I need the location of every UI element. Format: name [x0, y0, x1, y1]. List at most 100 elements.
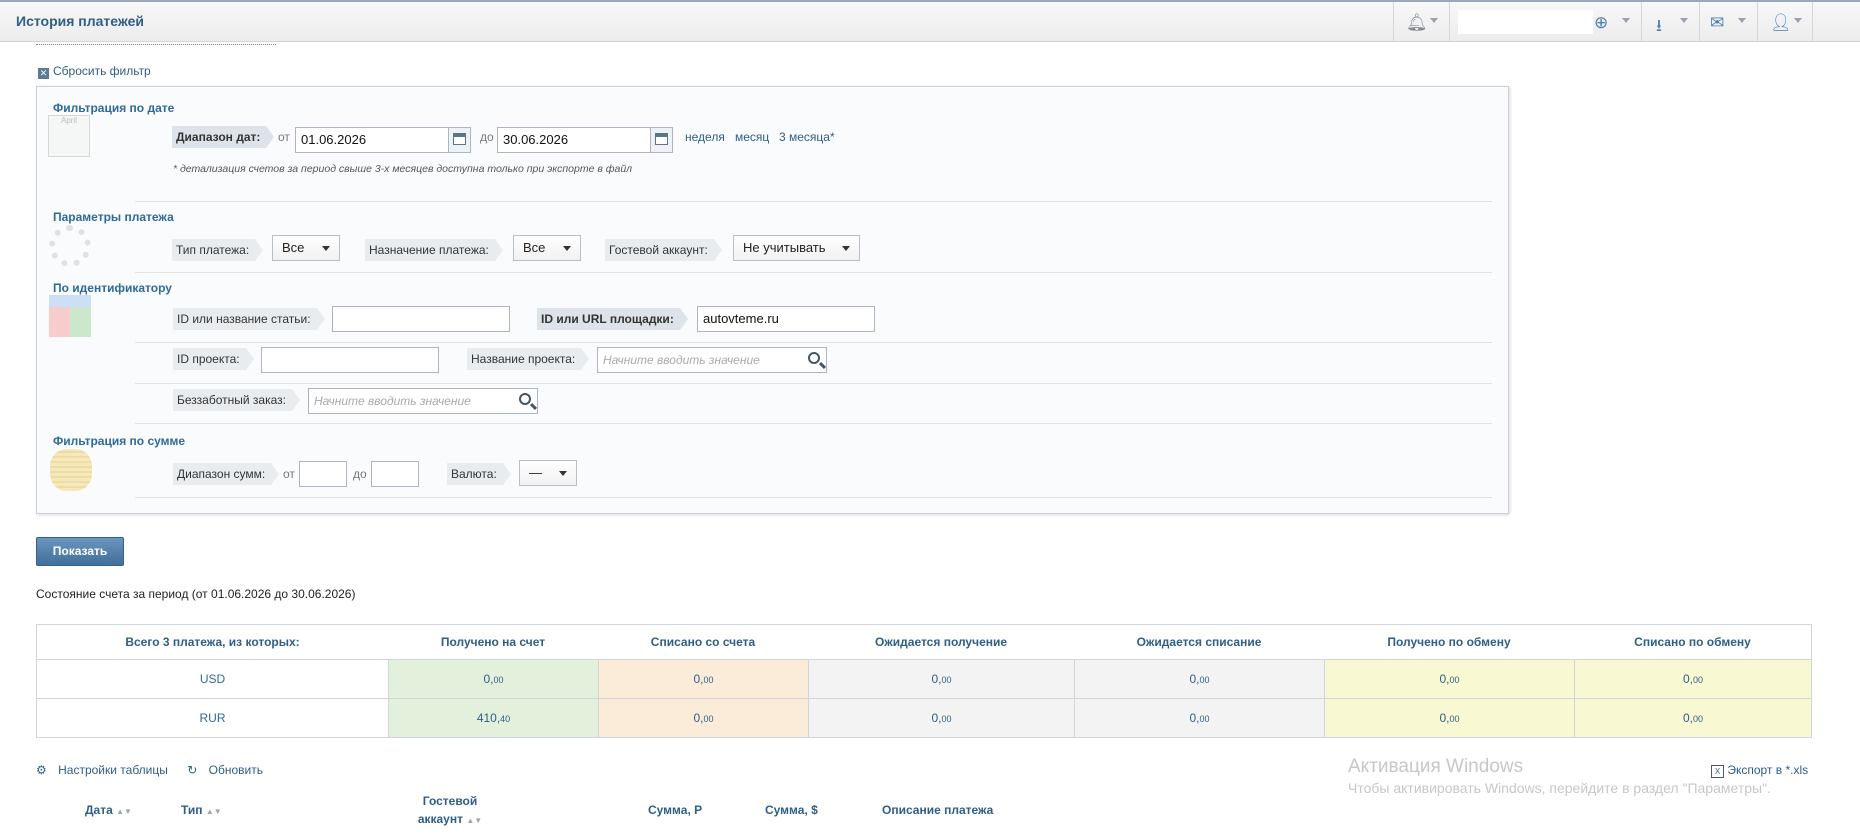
- show-button[interactable]: Показать: [36, 537, 124, 566]
- quick-week-link[interactable]: неделя: [685, 126, 725, 148]
- download-icon: ⭳: [1656, 16, 1662, 35]
- guest-account-select[interactable]: Не учитывать: [733, 235, 860, 261]
- divider: [135, 272, 1492, 273]
- amount-cell: 0,00: [1324, 698, 1574, 737]
- amount-int: 0,: [931, 672, 942, 686]
- quick-3months-link[interactable]: 3 месяца*: [779, 126, 835, 148]
- currency-label: Валюта:: [447, 463, 511, 485]
- site-id-input[interactable]: autovteme.ru: [697, 306, 875, 332]
- amount-int: 0,: [483, 672, 494, 686]
- sort-icon: ▲▼: [116, 807, 132, 816]
- quick-month-link[interactable]: месяц: [735, 126, 769, 148]
- project-name-label: Название проекта:: [467, 348, 590, 370]
- divider: [135, 383, 1492, 384]
- date-to-value: 30.06.2026: [503, 132, 569, 147]
- amount-int: 410,: [476, 711, 501, 725]
- reset-filter-label: Сбросить фильтр: [53, 64, 151, 78]
- calendar-picker-icon[interactable]: [650, 128, 672, 152]
- sum-range-label: Диапазон сумм:: [173, 463, 280, 485]
- date-from-input[interactable]: 01.06.2026: [295, 127, 471, 153]
- dropdown-arrow-icon: [322, 246, 330, 251]
- amount-int: 0,: [693, 672, 704, 686]
- column-header-type[interactable]: Тип ▲▼: [181, 792, 222, 834]
- coins-icon: [50, 449, 92, 491]
- summary-table: Всего 3 платежа, из которых: Получено на…: [36, 624, 1812, 738]
- amount-cell: 410,40: [388, 698, 598, 737]
- clipped-breadcrumb: [36, 42, 416, 46]
- chevron-down-icon: [1738, 18, 1746, 23]
- date-range-note: * детализация счетов за период свыше 3-х…: [173, 163, 633, 175]
- amount-cell: 0,00: [598, 659, 808, 698]
- sum-to-word: до: [353, 467, 367, 481]
- table-settings-link[interactable]: ⚙ Настройки таблицы: [36, 763, 176, 777]
- filter-panel: Фильтрация по дате April Диапазон дат: о…: [36, 86, 1509, 514]
- summary-header-exchange-out: Списано по обмену: [1634, 635, 1751, 649]
- column-label: Дата: [85, 803, 113, 817]
- search-icon[interactable]: [808, 352, 820, 364]
- project-id-input[interactable]: [261, 347, 439, 373]
- export-xls-link[interactable]: X Экспорт в *.xls: [1711, 763, 1808, 778]
- currency-cell: RUR: [37, 698, 388, 737]
- column-header-guest-account[interactable]: Гостевой аккаунт ▲▼: [410, 792, 490, 834]
- windows-activation-title: Активация Windows: [1348, 756, 1524, 777]
- notifications-menu[interactable]: 🔔︎: [1393, 2, 1449, 42]
- payment-purpose-select[interactable]: Все: [513, 235, 581, 261]
- amount-cell: 0,00: [1074, 659, 1324, 698]
- sort-icon: ▲▼: [205, 807, 222, 816]
- add-circle-icon[interactable]: ⊕: [1594, 13, 1608, 33]
- reset-filter-link[interactable]: ✕ Сбросить фильтр: [38, 64, 151, 79]
- payment-type-value: Все: [282, 240, 305, 255]
- calendar-picker-icon[interactable]: [448, 128, 470, 152]
- download-menu[interactable]: ⭳: [1641, 2, 1699, 42]
- column-header-date[interactable]: Дата ▲▼: [85, 792, 132, 834]
- table-settings-label: Настройки таблицы: [58, 763, 168, 777]
- payment-section-title: Параметры платежа: [53, 210, 174, 224]
- amount-dec: 00: [1693, 714, 1704, 724]
- payment-type-label: Тип платежа:: [172, 239, 264, 261]
- refresh-link[interactable]: ↻ Обновить: [187, 763, 271, 777]
- summary-header-total: Всего 3 платежа, из которых:: [125, 635, 300, 649]
- dropdown-arrow-icon: [559, 471, 567, 476]
- amount-dec: 00: [703, 714, 714, 724]
- summary-row-rur: RUR 410,40 0,00 0,00 0,00 0,00 0,00: [37, 698, 1811, 737]
- divider: [135, 201, 1492, 202]
- chevron-down-icon: [1430, 18, 1438, 23]
- column-header-sum-usd[interactable]: Сумма, $: [765, 792, 818, 834]
- amount-int: 0,: [931, 711, 942, 725]
- project-id-label: ID проекта:: [173, 348, 254, 370]
- filter-clear-icon: ✕: [38, 68, 49, 79]
- column-header-description[interactable]: Описание платежа: [882, 792, 993, 834]
- id-section-title: По идентификатору: [53, 281, 172, 295]
- payment-type-select[interactable]: Все: [272, 235, 340, 261]
- bell-icon: 🔔︎: [1406, 13, 1428, 32]
- currency-select[interactable]: —: [519, 460, 577, 486]
- date-from-value: 01.06.2026: [301, 132, 367, 147]
- summary-header-expected-out: Ожидается списание: [1136, 635, 1262, 649]
- page-title: История платежей: [16, 13, 145, 29]
- article-id-label: ID или название статьи:: [173, 308, 325, 330]
- carefree-order-input[interactable]: Начните вводить значение: [308, 388, 538, 414]
- amount-int: 0,: [1439, 672, 1450, 686]
- summary-row-usd: USD 0,00 0,00 0,00 0,00 0,00 0,00: [37, 659, 1811, 698]
- sum-from-input[interactable]: [299, 461, 347, 487]
- date-section-title: Фильтрация по дате: [53, 101, 175, 115]
- user-menu[interactable]: 👤︎: [1757, 2, 1813, 42]
- amount-dec: 40: [500, 714, 511, 724]
- amount-dec: 00: [941, 714, 952, 724]
- sum-to-input[interactable]: [371, 461, 419, 487]
- messages-menu[interactable]: ✉: [1699, 2, 1757, 42]
- search-icon[interactable]: [519, 393, 531, 405]
- cubes-icon: [49, 295, 91, 337]
- article-id-input[interactable]: [332, 306, 510, 332]
- amount-int: 0,: [693, 711, 704, 725]
- guest-account-value: Не учитывать: [743, 240, 826, 255]
- column-header-sum-rub[interactable]: Сумма, Р: [648, 792, 702, 834]
- amount-dec: 00: [703, 675, 714, 685]
- top-bar: История платежей 🔔︎ ⊕ ⭳ ✉ 👤︎: [0, 0, 1860, 42]
- sum-from-word: от: [283, 467, 295, 481]
- amount-dec: 00: [1199, 714, 1210, 724]
- project-name-input[interactable]: Начните вводить значение: [597, 347, 827, 373]
- amount-dec: 00: [1449, 714, 1460, 724]
- date-to-input[interactable]: 30.06.2026: [497, 127, 673, 153]
- currency-value: —: [529, 465, 542, 480]
